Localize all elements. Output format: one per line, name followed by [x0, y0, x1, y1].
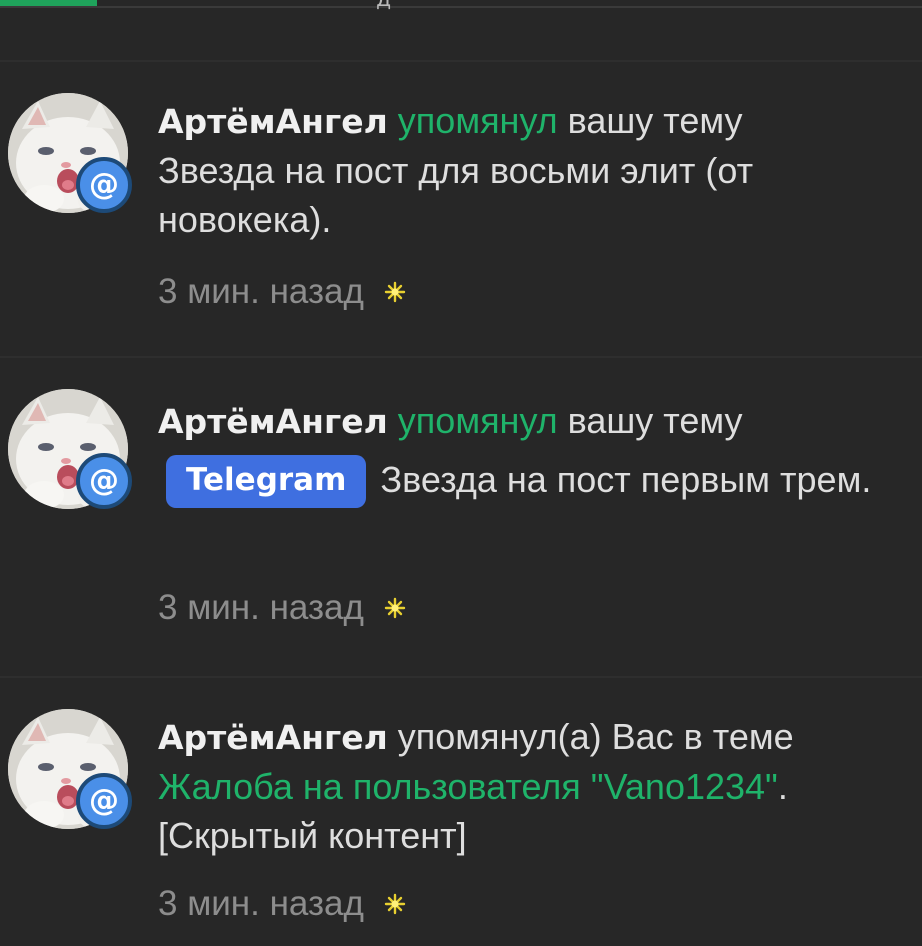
notification-item[interactable]: @ АртёмАнгел упомянул(а) Вас в теме Жало… — [0, 676, 922, 946]
timestamp: 3 мин. назад — [158, 588, 364, 627]
thread-title[interactable]: Звезда на пост первым трем. — [380, 459, 871, 500]
thread-link[interactable]: Жалоба на пользователя "Vano1234" — [158, 766, 778, 807]
sparkle-star-icon — [384, 893, 406, 915]
mention-badge: @ — [76, 157, 132, 213]
notification-text[interactable]: АртёмАнгел упомянул вашу тему Telegram Зв… — [158, 392, 878, 509]
previous-notification-tail: д — [0, 0, 922, 60]
mention-badge: @ — [76, 453, 132, 509]
time-row: 3 мин. назад — [158, 588, 406, 628]
sparkle-star-icon — [384, 281, 406, 303]
time-row: 3 мин. назад — [158, 272, 406, 312]
action-text: вашу тему — [557, 400, 743, 441]
notifications-page: д @ — [0, 0, 922, 946]
sparkle-star-icon — [384, 597, 406, 619]
hidden-content[interactable]: [Скрытый контент] — [158, 815, 467, 856]
notification-item[interactable]: @ АртёмАнгел упомянул вашу тему Telegram… — [0, 356, 922, 676]
avatar-container[interactable]: @ — [8, 709, 132, 829]
timestamp: 3 мин. назад — [158, 272, 364, 311]
author-link[interactable]: АртёмАнгел — [158, 402, 388, 441]
timestamp: 3 мин. назад — [158, 884, 364, 923]
avatar-container[interactable]: @ — [8, 389, 132, 509]
thread-prefix-tag[interactable]: Telegram — [166, 455, 367, 508]
action-text: упомянул(а) Вас в теме — [387, 716, 794, 757]
cut-off-text: д — [376, 0, 400, 16]
action-text: вашу тему — [557, 100, 743, 141]
notification-text[interactable]: АртёмАнгел упомянул(а) Вас в теме Жалоба… — [158, 712, 878, 860]
thread-end: . — [777, 766, 788, 807]
time-row: 3 мин. назад — [158, 884, 406, 924]
avatar-container[interactable]: @ — [8, 93, 132, 213]
mention-at-icon: @ — [89, 783, 119, 818]
thread-title[interactable]: Звезда на пост для восьми элит (от новок… — [158, 150, 753, 240]
author-link[interactable]: АртёмАнгел — [158, 718, 388, 757]
author-link[interactable]: АртёмАнгел — [158, 102, 388, 141]
action-link[interactable]: упомянул — [398, 400, 558, 441]
top-divider — [0, 6, 922, 8]
notification-text[interactable]: АртёмАнгел упомянул вашу тему Звезда на … — [158, 96, 878, 244]
mention-badge: @ — [76, 773, 132, 829]
action-link[interactable]: упомянул — [398, 100, 558, 141]
mention-at-icon: @ — [89, 167, 119, 202]
notification-item[interactable]: @ АртёмАнгел упомянул вашу тему Звезда н… — [0, 60, 922, 356]
mention-at-icon: @ — [89, 463, 119, 498]
